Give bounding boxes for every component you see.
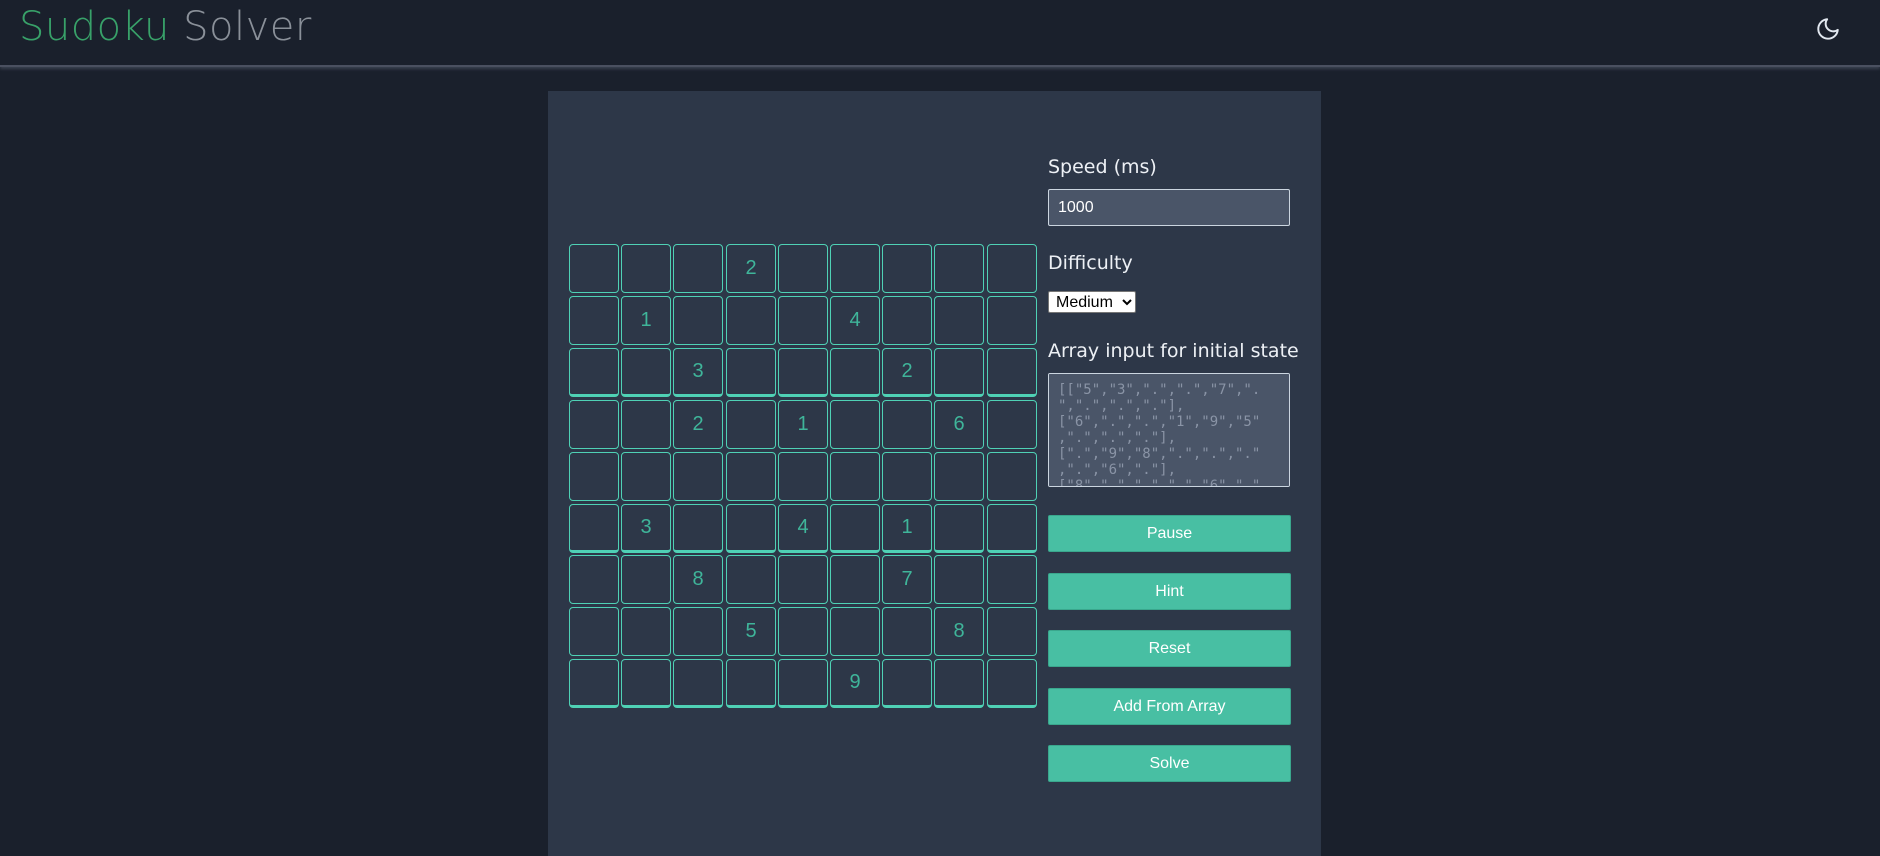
sudoku-cell[interactable] [673,659,723,708]
sudoku-cell[interactable] [621,244,671,293]
sudoku-cell[interactable] [987,555,1037,604]
reset-button[interactable]: Reset [1048,630,1291,667]
sudoku-cell[interactable] [621,452,671,501]
sudoku-cell[interactable] [934,244,984,293]
sudoku-cell[interactable]: 7 [882,555,932,604]
sudoku-cell[interactable] [569,607,619,656]
sudoku-cell[interactable]: 1 [882,504,932,553]
sudoku-cell[interactable] [934,348,984,397]
sudoku-cell[interactable] [934,659,984,708]
sudoku-cell[interactable] [569,504,619,553]
sudoku-cell[interactable] [987,607,1037,656]
sudoku-cell[interactable] [987,504,1037,553]
sudoku-cell[interactable] [882,400,932,449]
sudoku-cell[interactable] [830,555,880,604]
sudoku-cell[interactable] [569,296,619,345]
sudoku-cell[interactable]: 8 [934,607,984,656]
sudoku-cell[interactable] [987,659,1037,708]
sudoku-cell[interactable] [569,400,619,449]
sudoku-cell[interactable] [934,296,984,345]
sudoku-cell[interactable] [934,504,984,553]
sudoku-cell[interactable]: 8 [673,555,723,604]
sudoku-cell[interactable]: 1 [621,296,671,345]
sudoku-cell[interactable] [726,296,776,345]
sudoku-cell[interactable] [882,452,932,501]
sudoku-cell[interactable] [726,659,776,708]
sudoku-cell[interactable] [778,452,828,501]
sudoku-grid: 2143221634187589 [569,244,1037,710]
sudoku-cell[interactable] [673,452,723,501]
add-from-array-button[interactable]: Add From Array [1048,688,1291,725]
sudoku-cell[interactable] [987,244,1037,293]
sudoku-cell[interactable] [830,400,880,449]
sudoku-cell[interactable] [569,659,619,708]
sudoku-cell[interactable] [882,244,932,293]
sudoku-cell[interactable] [621,555,671,604]
sudoku-cell[interactable] [830,504,880,553]
sudoku-cell[interactable] [778,607,828,656]
sudoku-cell[interactable] [778,296,828,345]
sudoku-cell[interactable] [726,400,776,449]
sudoku-cell[interactable]: 6 [934,400,984,449]
speed-input[interactable] [1048,189,1290,226]
array-input-label: Array input for initial state [1048,340,1299,362]
sudoku-cell[interactable] [726,555,776,604]
difficulty-label: Difficulty [1048,252,1133,274]
sudoku-cell[interactable] [569,555,619,604]
sudoku-cell[interactable] [673,504,723,553]
speed-label: Speed (ms) [1048,156,1157,178]
sudoku-cell[interactable] [621,659,671,708]
top-navbar: Sudoku Solver [0,0,1880,67]
sudoku-cell[interactable]: 2 [726,244,776,293]
sudoku-cell[interactable] [621,348,671,397]
pause-button[interactable]: Pause [1048,515,1291,552]
sudoku-cell[interactable]: 5 [726,607,776,656]
sudoku-cell[interactable] [778,348,828,397]
sudoku-cell[interactable] [621,607,671,656]
app-title-solver: Solver [183,4,312,50]
theme-toggle-button[interactable] [1815,16,1841,42]
sudoku-cell[interactable] [830,244,880,293]
sudoku-cell[interactable]: 2 [882,348,932,397]
hint-button[interactable]: Hint [1048,573,1291,610]
difficulty-select[interactable]: Medium [1048,291,1136,313]
sudoku-cell[interactable] [673,296,723,345]
sudoku-cell[interactable] [830,607,880,656]
sudoku-cell[interactable] [778,555,828,604]
sudoku-cell[interactable]: 3 [673,348,723,397]
sudoku-cell[interactable] [569,244,619,293]
sudoku-cell[interactable] [882,659,932,708]
sudoku-cell[interactable] [726,348,776,397]
sudoku-cell[interactable] [569,452,619,501]
sudoku-cell[interactable] [830,348,880,397]
sudoku-cell[interactable]: 2 [673,400,723,449]
sudoku-cell[interactable] [882,296,932,345]
sudoku-cell[interactable] [934,452,984,501]
sudoku-cell[interactable]: 9 [830,659,880,708]
sudoku-cell[interactable] [778,244,828,293]
sudoku-cell[interactable] [934,555,984,604]
solve-button[interactable]: Solve [1048,745,1291,782]
sudoku-cell[interactable] [830,452,880,501]
array-input-textarea[interactable] [1048,373,1290,487]
sudoku-cell[interactable]: 4 [830,296,880,345]
sudoku-cell[interactable] [726,452,776,501]
sudoku-cell[interactable] [673,244,723,293]
sudoku-cell[interactable] [726,504,776,553]
app-title: Sudoku Solver [19,4,312,50]
sudoku-cell[interactable] [778,659,828,708]
sudoku-cell[interactable] [987,452,1037,501]
sudoku-cell[interactable] [882,607,932,656]
sudoku-cell[interactable] [987,400,1037,449]
sudoku-cell[interactable] [621,400,671,449]
sudoku-cell[interactable]: 4 [778,504,828,553]
sudoku-cell[interactable] [987,296,1037,345]
moon-icon [1817,18,1839,40]
sudoku-cell[interactable] [987,348,1037,397]
sudoku-cell[interactable]: 1 [778,400,828,449]
sudoku-cell[interactable] [569,348,619,397]
app-title-sudoku: Sudoku [19,4,170,50]
sudoku-cell[interactable] [673,607,723,656]
sudoku-cell[interactable]: 3 [621,504,671,553]
